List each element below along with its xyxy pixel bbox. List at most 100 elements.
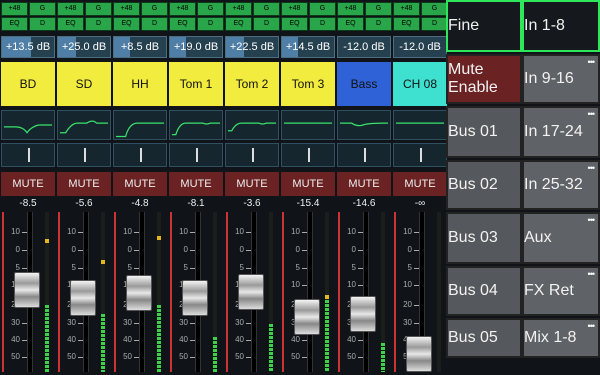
bus-button-bus-01[interactable]: Bus 01 bbox=[446, 106, 522, 158]
fader-knob[interactable] bbox=[350, 296, 376, 333]
flag-g[interactable]: G bbox=[141, 2, 168, 16]
flag-d[interactable]: D bbox=[309, 17, 336, 31]
eq-curve[interactable] bbox=[281, 110, 335, 140]
flag-phantom48[interactable]: +48 bbox=[337, 2, 364, 16]
bus-button-bus-05[interactable]: Bus 05 bbox=[446, 318, 522, 358]
flag-eq[interactable]: EQ bbox=[281, 17, 308, 31]
channel-name[interactable]: Tom 2 bbox=[225, 62, 279, 106]
flag-g[interactable]: G bbox=[309, 2, 336, 16]
flag-g[interactable]: G bbox=[29, 2, 56, 16]
eq-curve[interactable] bbox=[393, 110, 447, 140]
flag-eq[interactable]: EQ bbox=[169, 17, 196, 31]
flag-g[interactable]: G bbox=[85, 2, 112, 16]
eq-curve[interactable] bbox=[225, 110, 279, 140]
fader-knob[interactable] bbox=[126, 275, 152, 312]
flag-d[interactable]: D bbox=[197, 17, 224, 31]
flag-phantom48[interactable]: +48 bbox=[393, 2, 420, 16]
bus-button-mute-enable[interactable]: Mute Enable bbox=[446, 54, 522, 104]
layer-button-in-25-32[interactable]: ••• In 25-32 bbox=[522, 160, 600, 210]
flag-d[interactable]: D bbox=[365, 17, 392, 31]
gain-display[interactable]: +14.5 dB bbox=[281, 36, 335, 58]
pan-indicator bbox=[84, 148, 86, 162]
flag-d[interactable]: D bbox=[421, 17, 448, 31]
gain-display[interactable]: +13.5 dB bbox=[1, 36, 55, 58]
flag-phantom48[interactable]: +48 bbox=[113, 2, 140, 16]
mute-button[interactable]: MUTE bbox=[281, 172, 335, 196]
gain-display[interactable]: +19.0 dB bbox=[169, 36, 223, 58]
layer-button-fx-ret[interactable]: ••• FX Ret bbox=[522, 266, 600, 316]
flag-eq[interactable]: EQ bbox=[393, 17, 420, 31]
eq-curve[interactable] bbox=[57, 110, 111, 140]
layer-button-in-9-16[interactable]: ••• In 9-16 bbox=[522, 54, 600, 104]
gain-display[interactable]: +25.0 dB bbox=[57, 36, 111, 58]
eq-curve[interactable] bbox=[1, 110, 55, 140]
flag-eq[interactable]: EQ bbox=[57, 17, 84, 31]
flag-g[interactable]: G bbox=[365, 2, 392, 16]
gain-display[interactable]: -12.0 dB bbox=[337, 36, 391, 58]
bus-button-bus-03[interactable]: Bus 03 bbox=[446, 212, 522, 264]
gain-display[interactable]: +22.5 dB bbox=[225, 36, 279, 58]
gain-display[interactable]: -12.0 dB bbox=[393, 36, 447, 58]
fader-knob[interactable] bbox=[182, 280, 208, 317]
pan-control[interactable] bbox=[337, 143, 391, 167]
pan-control[interactable] bbox=[1, 143, 55, 167]
flag-d[interactable]: D bbox=[29, 17, 56, 31]
fader-knob[interactable] bbox=[294, 298, 320, 335]
mute-button[interactable]: MUTE bbox=[337, 172, 391, 196]
flag-eq[interactable]: EQ bbox=[113, 17, 140, 31]
flag-phantom48[interactable]: +48 bbox=[225, 2, 252, 16]
fader-knob[interactable] bbox=[406, 336, 432, 372]
pan-control[interactable] bbox=[281, 143, 335, 167]
flag-d[interactable]: D bbox=[253, 17, 280, 31]
channel-name[interactable]: HH bbox=[113, 62, 167, 106]
flag-phantom48[interactable]: +48 bbox=[281, 2, 308, 16]
pan-indicator bbox=[196, 148, 198, 162]
meter-reference-line bbox=[338, 212, 340, 372]
eq-curve[interactable] bbox=[113, 110, 167, 140]
mute-button[interactable]: MUTE bbox=[1, 172, 55, 196]
flag-eq[interactable]: EQ bbox=[1, 17, 28, 31]
eq-curve[interactable] bbox=[337, 110, 391, 140]
pan-control[interactable] bbox=[113, 143, 167, 167]
pan-control[interactable] bbox=[225, 143, 279, 167]
scale-label: 0 bbox=[239, 245, 244, 254]
channel-name[interactable]: Tom 3 bbox=[281, 62, 335, 106]
channel-name[interactable]: Tom 1 bbox=[169, 62, 223, 106]
eq-curve[interactable] bbox=[169, 110, 223, 140]
mute-button[interactable]: MUTE bbox=[57, 172, 111, 196]
fader-knob[interactable] bbox=[14, 271, 40, 308]
flag-phantom48[interactable]: +48 bbox=[1, 2, 28, 16]
scale-label: 30 bbox=[123, 318, 132, 327]
mute-button[interactable]: MUTE bbox=[393, 172, 447, 196]
flag-g[interactable]: G bbox=[253, 2, 280, 16]
pan-control[interactable] bbox=[57, 143, 111, 167]
fader-knob[interactable] bbox=[238, 274, 264, 310]
layer-button-in-17-24[interactable]: ••• In 17-24 bbox=[522, 106, 600, 158]
flag-g[interactable]: G bbox=[421, 2, 448, 16]
mute-button[interactable]: MUTE bbox=[169, 172, 223, 196]
layer-button-mix-1-8[interactable]: ••• Mix 1-8 bbox=[522, 318, 600, 358]
bus-button-bus-02[interactable]: Bus 02 bbox=[446, 160, 522, 210]
pan-control[interactable] bbox=[393, 143, 447, 167]
pan-control[interactable] bbox=[169, 143, 223, 167]
fader-knob[interactable] bbox=[70, 280, 96, 317]
channel-name[interactable]: Bass bbox=[337, 62, 391, 106]
flag-eq[interactable]: EQ bbox=[337, 17, 364, 31]
channel-name[interactable]: CH 08 bbox=[393, 62, 447, 106]
flag-eq[interactable]: EQ bbox=[225, 17, 252, 31]
flag-g[interactable]: G bbox=[197, 2, 224, 16]
bus-button-bus-04[interactable]: Bus 04 bbox=[446, 266, 522, 316]
flag-phantom48[interactable]: +48 bbox=[169, 2, 196, 16]
channel-name[interactable]: BD bbox=[1, 62, 55, 106]
flag-d[interactable]: D bbox=[141, 17, 168, 31]
bus-button-fine[interactable]: Fine bbox=[446, 0, 522, 52]
flag-d[interactable]: D bbox=[85, 17, 112, 31]
mute-button[interactable]: MUTE bbox=[113, 172, 167, 196]
button-label: In 9-16 bbox=[524, 70, 574, 87]
flag-phantom48[interactable]: +48 bbox=[57, 2, 84, 16]
layer-button-aux[interactable]: ••• Aux bbox=[522, 212, 600, 264]
channel-name[interactable]: SD bbox=[57, 62, 111, 106]
layer-button-in-1-8[interactable]: In 1-8 bbox=[522, 0, 600, 52]
gain-display[interactable]: +8.5 dB bbox=[113, 36, 167, 58]
mute-button[interactable]: MUTE bbox=[225, 172, 279, 196]
